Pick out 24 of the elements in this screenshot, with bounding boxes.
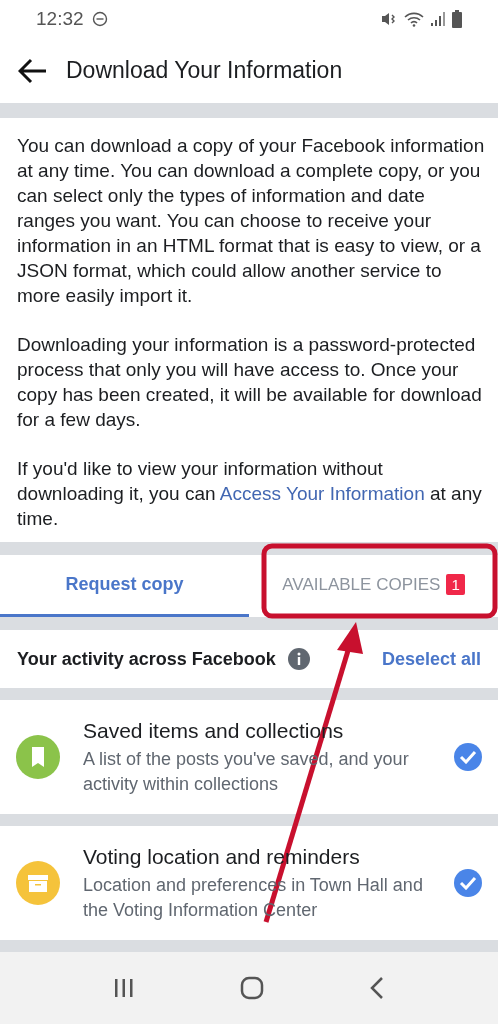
back-arrow-icon[interactable] — [18, 57, 48, 84]
page-title: Download Your Information — [66, 56, 343, 86]
info-icon[interactable] — [287, 648, 310, 670]
tab[interactable]: Request copy — [0, 555, 249, 617]
tab[interactable]: AVAILABLE COPIES 1 — [249, 555, 498, 617]
recent-apps-icon[interactable] — [112, 977, 135, 999]
checked-checkbox[interactable] — [454, 869, 482, 897]
checked-checkbox[interactable] — [454, 743, 482, 771]
intro-paragraph: Downloading your information is a password-protected process that only you will have access to. Once your copy has been created, it will be available for download for a few days. — [17, 333, 483, 432]
check-icon — [459, 750, 477, 764]
intro-paragraph: If you'd like to view your information without downloading it, you can Access Your Information at any time. — [17, 457, 483, 531]
battery-icon — [452, 10, 462, 28]
wifi-icon — [404, 11, 424, 27]
home-icon[interactable] — [240, 976, 264, 1000]
status-time: 12:32 — [36, 6, 84, 31]
signal-icon — [430, 11, 446, 27]
back-icon[interactable] — [369, 976, 386, 1000]
count-badge: 1 — [446, 574, 465, 595]
intro-paragraph: You can download a copy of your Facebook information at any time. You can download a complete copy, or you can select only the types of information and date ranges you want. You can choose to receive your information in an HTML format that is easy to view, or a JSON format, which could allow another service to more easily import it. — [17, 134, 486, 308]
deselect-all-button[interactable]: Deselect all — [381, 645, 481, 673]
do-not-disturb-icon — [91, 11, 108, 27]
check-icon — [459, 876, 477, 890]
access-information-link[interactable]: Access Your Information — [219, 483, 425, 504]
section-title: Your activity across Facebook — [17, 647, 276, 671]
